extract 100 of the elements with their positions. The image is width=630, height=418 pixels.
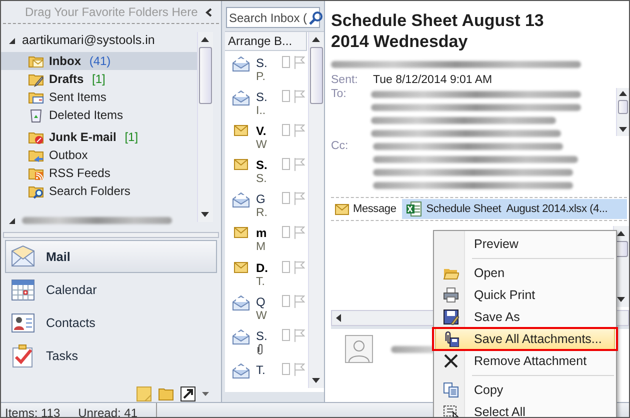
trash-can-icon (28, 107, 44, 123)
category-box-icon[interactable] (282, 362, 290, 375)
dropdown-caret-icon[interactable] (202, 392, 209, 396)
menu-item[interactable]: Open (436, 262, 614, 284)
envelope-icon (10, 244, 36, 270)
message-subject: W (256, 138, 268, 152)
folder-name: Junk E-mail (49, 130, 116, 144)
attachment-tab[interactable]: Message (331, 199, 400, 219)
message-sender: Q (256, 294, 266, 309)
folder-item[interactable]: Drafts [1] (1, 70, 197, 88)
nav-button[interactable]: Mail (5, 240, 217, 273)
message-row[interactable]: D. T. (225, 256, 308, 290)
category-box-icon[interactable] (282, 192, 290, 204)
flag-icon[interactable] (294, 56, 305, 69)
menu-item[interactable]: Select All (436, 401, 614, 417)
unread-count: Unread: 41 (78, 406, 138, 417)
account-name[interactable]: aartikumari@systools.in (22, 33, 155, 47)
menu-item[interactable]: Remove Attachment (436, 350, 614, 372)
note-icon[interactable] (136, 386, 152, 402)
nav-button[interactable]: Calendar (5, 273, 217, 306)
folder-item[interactable]: Sent Items (1, 88, 197, 106)
nav-button[interactable]: Contacts (5, 306, 217, 339)
menu-item[interactable]: Save As (436, 306, 614, 328)
open-envelope-icon (230, 90, 252, 106)
message-row[interactable]: G R. (225, 187, 308, 222)
spreadsheet-icon (406, 201, 422, 217)
vertical-scrollbar[interactable] (197, 32, 213, 222)
folder-item[interactable]: RSS Feeds (1, 164, 197, 182)
flag-icon[interactable] (294, 260, 305, 274)
flag-icon[interactable] (294, 158, 305, 172)
folder-item[interactable]: Outbox (1, 146, 197, 164)
category-box-icon[interactable] (282, 260, 290, 273)
attachment-tab[interactable]: Schedule Sheet August 2014.xlsx (4... (402, 199, 627, 219)
message-row[interactable]: S. I.. (225, 85, 308, 120)
open-envelope-icon (230, 56, 252, 72)
open-envelope-icon (230, 328, 252, 345)
shortcut-icon[interactable] (180, 386, 196, 402)
message-row[interactable]: S. (225, 324, 308, 358)
message-row[interactable]: Q W (225, 290, 308, 324)
folder-count: [1] (91, 72, 106, 86)
flag-icon[interactable] (294, 124, 305, 138)
envelope-icon (335, 204, 349, 214)
message-row[interactable]: V. W (225, 119, 308, 154)
vertical-scrollbar[interactable] (616, 88, 629, 136)
folder-name: Drafts (49, 72, 84, 86)
expanded-triangle-icon[interactable] (9, 216, 16, 224)
vertical-scrollbar[interactable] (308, 32, 324, 388)
category-box-icon[interactable] (282, 56, 290, 68)
message-sender: T. (256, 362, 266, 377)
message-subject: W (256, 308, 268, 323)
printer-icon (443, 287, 459, 303)
search-field[interactable]: Search Inbox ( (226, 7, 320, 28)
category-box-icon[interactable] (282, 294, 290, 307)
open-envelope-icon (230, 192, 252, 208)
folder-item[interactable]: Junk E-mail [1] (1, 128, 197, 146)
message-sender: m (256, 226, 268, 240)
category-box-icon[interactable] (282, 158, 290, 170)
flag-icon[interactable] (294, 90, 305, 104)
flag-icon[interactable] (294, 226, 305, 240)
field-label: Sent: (331, 74, 359, 86)
category-box-icon[interactable] (282, 124, 290, 136)
flag-icon[interactable] (294, 294, 305, 308)
message-row[interactable]: m M (225, 221, 308, 256)
menu-item[interactable]: Quick Print (436, 284, 614, 306)
folder-count: [1] (124, 130, 138, 144)
category-box-icon[interactable] (282, 226, 290, 238)
message-subject: T. (256, 274, 266, 289)
folder-item[interactable]: Deleted Items (1, 106, 197, 124)
flag-icon[interactable] (294, 362, 305, 376)
folder-item[interactable]: Search Folders (1, 182, 197, 200)
message-subject: P. (256, 70, 266, 84)
menu-item[interactable]: Copy (436, 379, 614, 401)
avatar-silhouette-icon (345, 335, 373, 363)
message-subject: R. (256, 206, 268, 220)
flag-icon[interactable] (294, 328, 305, 342)
expanded-triangle-icon[interactable] (9, 36, 16, 44)
message-row[interactable]: S. P. (225, 51, 308, 86)
category-box-icon[interactable] (282, 90, 290, 102)
folder-name: Inbox (49, 54, 81, 68)
folder-item[interactable]: Inbox (41) (1, 52, 197, 70)
message-row[interactable]: S. S. (225, 153, 308, 188)
flag-icon[interactable] (294, 192, 305, 206)
email-subject: Schedule Sheet August 13 2014 Wednesday (331, 10, 545, 52)
open-envelope-icon (230, 362, 252, 379)
arrange-by-header[interactable]: Arrange B... (225, 32, 307, 51)
field-label: To: (331, 88, 348, 100)
collapse-pane-icon[interactable] (205, 8, 213, 16)
message-subject: M (256, 240, 267, 254)
paperclip-icon (256, 342, 264, 355)
menu-item[interactable]: Preview (436, 233, 614, 255)
close-icon (443, 353, 459, 369)
nav-button[interactable]: Tasks (5, 339, 217, 372)
message-sender: S. (256, 328, 268, 343)
paperclip-disk-icon (443, 331, 459, 347)
message-sender: S. (256, 158, 268, 172)
message-row[interactable]: T. (225, 358, 308, 392)
field-label: Cc: (331, 140, 350, 152)
copy-icon (443, 382, 459, 398)
category-box-icon[interactable] (282, 328, 290, 341)
message-subject: S. (256, 172, 268, 186)
